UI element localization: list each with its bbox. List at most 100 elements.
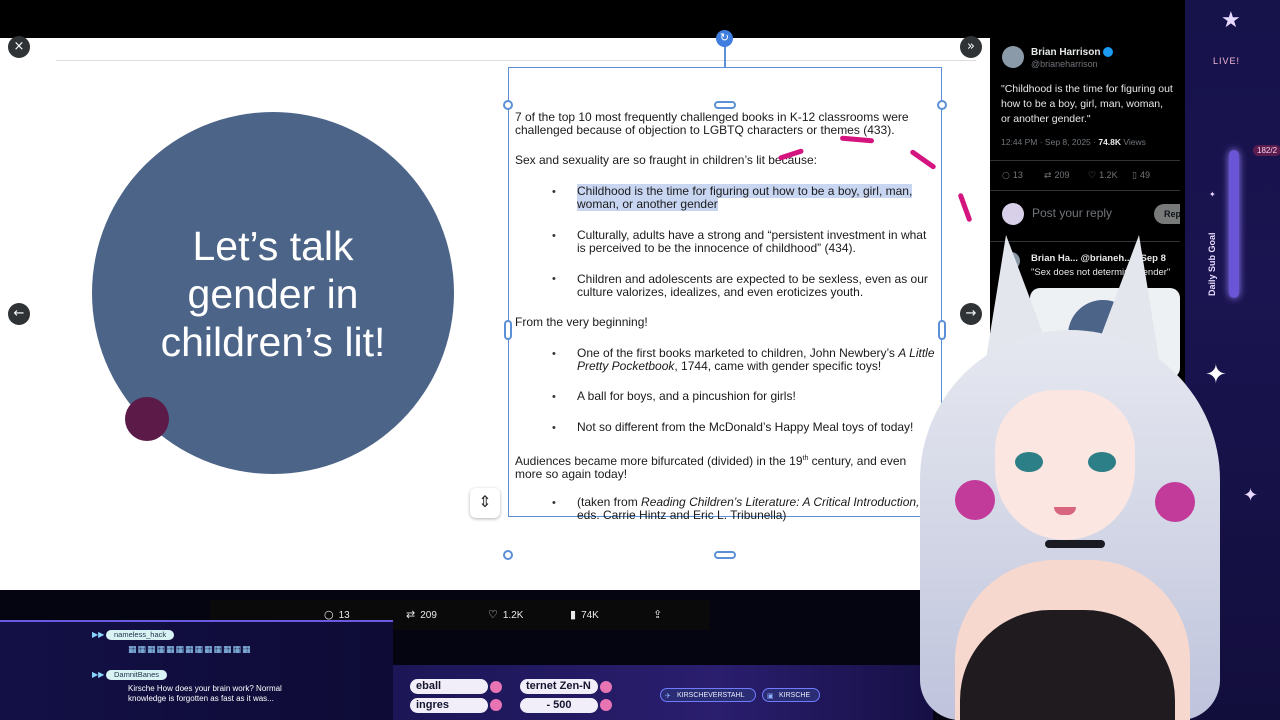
text-paragraph: 7 of the top 10 most frequently challeng…	[515, 110, 909, 137]
bullet: •	[552, 186, 556, 198]
author-name-text: Brian Harrison	[1031, 47, 1101, 58]
bullet: •	[552, 273, 556, 285]
resize-handle[interactable]	[714, 101, 736, 109]
post-time: 12:44 PM · Sep 8, 2025 ·	[1001, 137, 1099, 147]
sub-goal-progress	[1229, 150, 1239, 298]
chat-overlay	[0, 620, 393, 720]
gem-icon	[490, 699, 502, 711]
slide-title-line: children’s lit!	[160, 319, 386, 365]
resize-handle[interactable]	[938, 320, 946, 340]
rotate-line	[724, 46, 726, 67]
reply-author[interactable]: Brian Ha... @brianeh... · Sep 8	[1031, 253, 1166, 264]
previous-arrow-icon[interactable]: ←	[8, 303, 30, 325]
resize-handle[interactable]	[937, 100, 947, 110]
discord-icon: ▣	[767, 692, 774, 700]
sparkle-icon: ✦	[1243, 485, 1259, 506]
bookmark-icon: ▯	[1132, 171, 1137, 181]
divider	[990, 190, 1180, 191]
like-count: 1.2K	[502, 610, 524, 621]
ticker-pill: eball	[410, 679, 488, 694]
slide-title: Let’s talk gender in children’s lit!	[92, 222, 454, 366]
chat-arrow-icon: ▶▶	[92, 670, 105, 679]
book-title: Reading Children’s Literature: A Critica…	[641, 495, 920, 509]
heart-icon: ♡	[1088, 171, 1097, 181]
ticker-pill: ternet Zen-N	[520, 679, 598, 694]
post-text: "Childhood is the time for figuring out …	[1001, 83, 1173, 125]
slide-tool-icon[interactable]: ⇕	[470, 488, 500, 518]
text-paragraph: Sex and sexuality are so fraught in chil…	[515, 153, 817, 167]
share-button[interactable]: ⇪	[653, 608, 667, 621]
next-arrow-icon[interactable]: →	[960, 303, 982, 325]
bullet: •	[552, 497, 556, 509]
social-twitter: ✈ KIRSCHEVERSTAHL	[660, 688, 756, 702]
bird-icon: ✈	[665, 692, 671, 700]
hair-flower	[1155, 482, 1195, 522]
ticker-pill: ingres	[410, 698, 488, 713]
bookmark-stat[interactable]: ▯ 49	[1132, 170, 1150, 181]
rotate-handle-icon[interactable]: ↻	[716, 30, 733, 47]
text-span: Audiences became more bifurcated (divide…	[515, 454, 803, 468]
social-discord: ▣ KIRSCHE	[762, 688, 820, 702]
heart-icon: ♡	[488, 608, 498, 621]
author-name[interactable]: Brian Harrison	[1031, 47, 1114, 58]
bullet: •	[552, 422, 556, 434]
hair-flower	[955, 480, 995, 520]
resize-handle[interactable]	[714, 551, 736, 559]
views-button[interactable]: ▮ 74K	[570, 608, 599, 621]
chat-username: DamnitBanes	[106, 670, 168, 680]
views-icon: ▮	[570, 608, 577, 621]
retweet-icon: ⇄	[406, 608, 416, 621]
text-paragraph: From the very beginning!	[515, 315, 648, 329]
resize-handle[interactable]	[503, 550, 513, 560]
bookmark-count: 49	[1139, 170, 1150, 180]
divider	[56, 60, 976, 61]
author-handle[interactable]: @brianeharrison	[1031, 59, 1098, 69]
top-bar	[0, 0, 1280, 38]
resize-handle[interactable]	[503, 100, 513, 110]
avatar	[1002, 203, 1024, 225]
reply-text: "Sex does not determine gender"	[1031, 267, 1171, 278]
bullet-text: Culturally, adults have a strong and “pe…	[577, 228, 927, 255]
close-icon[interactable]: ×	[8, 36, 30, 58]
expand-icon[interactable]: »	[960, 36, 982, 58]
avatar-eye	[1015, 452, 1043, 472]
divider	[990, 160, 1180, 161]
decorative-dot	[125, 397, 169, 441]
social-label: KIRSCHEVERSTAHL	[677, 692, 745, 699]
avatar[interactable]	[1002, 46, 1024, 68]
views-label: Views	[1121, 137, 1146, 147]
avatar-eye	[1088, 452, 1116, 472]
chat-message: Kirsche How does your brain work? Normal	[128, 684, 282, 693]
chat-message: knowledge is forgotten as fast as it was…	[128, 694, 274, 703]
like-button[interactable]: ♡ 1.2K	[488, 608, 523, 621]
bullet-text: Children and adolescents are expected to…	[577, 272, 928, 299]
text-span: (taken from	[577, 495, 642, 509]
live-label: LIVE!	[1213, 56, 1241, 66]
reply-stat[interactable]: ○ 13	[1002, 170, 1023, 181]
text-paragraph: Audiences became more bifurcated (divide…	[515, 452, 935, 481]
sub-goal-label: Daily Sub Goal	[1207, 232, 1217, 296]
bullet-text: Not so different from the McDonald’s Hap…	[577, 420, 914, 434]
chat-arrow-icon: ▶▶	[92, 630, 105, 639]
verified-badge-icon	[1103, 47, 1114, 58]
bullet-text: Childhood is the time for figuring out h…	[577, 184, 937, 211]
text-span: eds. Carrie Hintz and Eric L. Tribunella…	[577, 508, 787, 522]
stream-screen: × » ← → Let’s talk gender in children’s …	[0, 0, 1280, 720]
like-stat[interactable]: ♡ 1.2K	[1088, 170, 1118, 181]
chat-username: nameless_hack	[106, 630, 175, 640]
bullet-text: A ball for boys, and a pincushion for gi…	[577, 389, 796, 403]
resize-handle[interactable]	[504, 320, 512, 340]
retweet-stat[interactable]: ⇄ 209	[1044, 170, 1070, 181]
sparkle-icon: ✦	[1205, 360, 1227, 390]
avatar-choker	[1045, 540, 1105, 548]
reply-button[interactable]: Reply	[1154, 204, 1180, 224]
retweet-button[interactable]: ⇄ 209	[406, 608, 437, 621]
text-span: , 1744, came with gender specific toys!	[674, 359, 882, 373]
star-icon: ★	[1221, 8, 1241, 33]
divider	[990, 241, 1180, 242]
reply-icon: ○	[1002, 171, 1010, 181]
share-icon: ⇪	[653, 608, 663, 621]
reply-input[interactable]: Post your reply	[1032, 206, 1112, 220]
social-label: KIRSCHE	[779, 692, 811, 699]
like-count: 1.2K	[1099, 170, 1118, 180]
